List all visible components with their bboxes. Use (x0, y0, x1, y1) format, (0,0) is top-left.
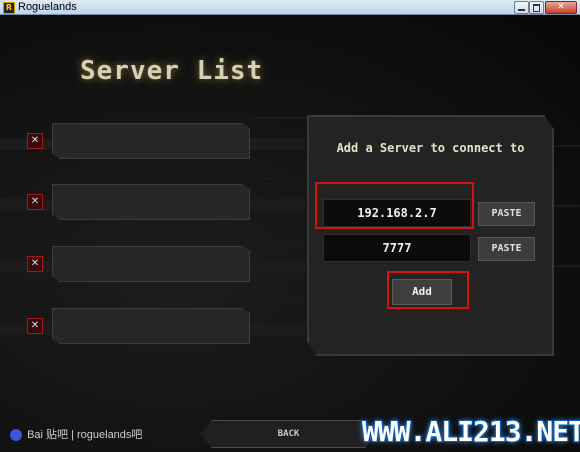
ali213-watermark: WWW.ALI213.NET (362, 415, 580, 448)
server-slot-field[interactable] (52, 246, 250, 282)
maximize-button[interactable] (529, 1, 544, 14)
delete-server-icon[interactable] (27, 256, 43, 272)
page-title: Server List (80, 56, 264, 86)
window-title: Roguelands (18, 1, 77, 13)
server-slot (0, 246, 305, 286)
back-button[interactable]: BACK (201, 420, 376, 448)
server-slot-field[interactable] (52, 184, 250, 220)
baidu-watermark-text: Bai 贴吧 | roguelands吧 (27, 429, 143, 441)
paste-ip-button[interactable]: PASTE (478, 202, 535, 226)
close-button[interactable] (545, 1, 577, 14)
panel-connector (250, 178, 310, 180)
add-highlight-box (387, 271, 469, 309)
title-bar: R Roguelands (0, 0, 580, 15)
panel-title: Add a Server to connect to (336, 141, 525, 155)
minimize-button[interactable] (514, 1, 529, 14)
delete-server-icon[interactable] (27, 133, 43, 149)
server-slot (0, 184, 305, 224)
server-slot-field[interactable] (52, 308, 250, 344)
panel-connector (250, 300, 310, 302)
panel-connector (550, 265, 580, 267)
panel-connector (550, 145, 580, 147)
server-slot (0, 123, 305, 163)
game-window: R Roguelands Server List (0, 0, 580, 452)
baidu-watermark: Bai 贴吧 | roguelands吧 (8, 428, 142, 442)
server-slot-field[interactable] (52, 123, 250, 159)
delete-server-icon[interactable] (27, 194, 43, 210)
game-area: Server List Add a Server to connect to 1… (0, 15, 580, 452)
add-server-panel: Add a Server to connect to 192.168.2.7 P… (307, 115, 554, 356)
app-icon: R (3, 2, 15, 14)
port-input[interactable]: 7777 (323, 234, 471, 262)
panel-connector (550, 205, 580, 207)
server-slot (0, 308, 305, 348)
panel-connector (250, 117, 310, 119)
ip-highlight-box (315, 182, 474, 229)
baidu-paw-icon (10, 429, 22, 442)
panel-connector (250, 240, 310, 242)
delete-server-icon[interactable] (27, 318, 43, 334)
paste-port-button[interactable]: PASTE (478, 237, 535, 261)
